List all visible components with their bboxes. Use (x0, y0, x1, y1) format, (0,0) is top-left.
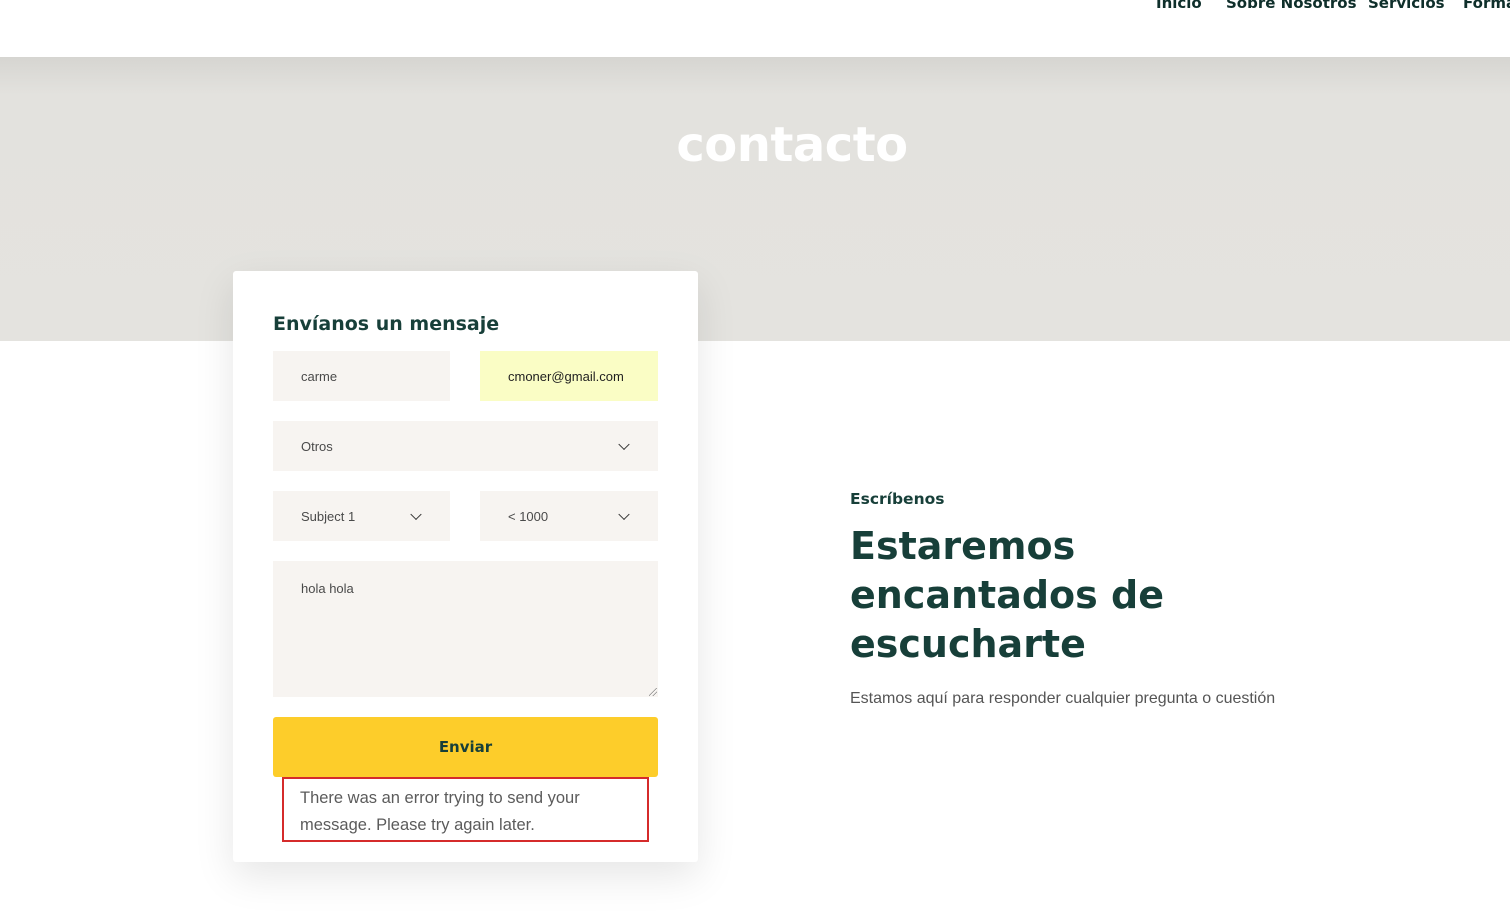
page-title: contacto (676, 117, 908, 173)
hero-banner: contacto (0, 57, 1510, 341)
error-message: There was an error trying to send your m… (282, 777, 649, 842)
contact-form-card: Envíanos un mensaje carme cmoner@gmail.c… (233, 271, 698, 862)
budget-select[interactable]: < 1000 (480, 491, 658, 541)
name-input-value: carme (301, 368, 338, 384)
subject-select-value: Subject 1 (301, 508, 356, 524)
email-input-value: cmoner@gmail.com (508, 368, 624, 384)
name-input[interactable]: carme (273, 351, 450, 401)
top-navigation: Inicio Sobre Nosotros Servicios Forma (0, 0, 1510, 57)
chevron-down-icon (410, 508, 422, 521)
nav-item-sobre-nosotros[interactable]: Sobre Nosotros (1226, 0, 1357, 12)
chevron-down-icon (618, 508, 630, 521)
category-select-value: Otros (301, 438, 333, 454)
nav-item-forma[interactable]: Forma (1463, 0, 1510, 12)
chevron-down-icon (618, 438, 630, 451)
resize-grip-icon[interactable] (649, 688, 657, 696)
nav-item-inicio[interactable]: Inicio (1156, 0, 1202, 12)
email-input[interactable]: cmoner@gmail.com (480, 351, 658, 401)
message-textarea[interactable]: hola hola (273, 561, 658, 697)
budget-select-value: < 1000 (508, 508, 549, 524)
submit-button[interactable]: Enviar (273, 717, 658, 777)
message-textarea-value: hola hola (301, 581, 354, 596)
nav-item-servicios[interactable]: Servicios (1368, 0, 1445, 12)
section-heading: Estaremos encantados de escucharte (850, 524, 1164, 666)
category-select[interactable]: Otros (273, 421, 658, 471)
section-lead: Estamos aquí para responder cualquier pr… (850, 690, 1276, 707)
form-title: Envíanos un mensaje (273, 313, 500, 335)
subject-select[interactable]: Subject 1 (273, 491, 450, 541)
section-kicker: Escríbenos (850, 490, 945, 508)
